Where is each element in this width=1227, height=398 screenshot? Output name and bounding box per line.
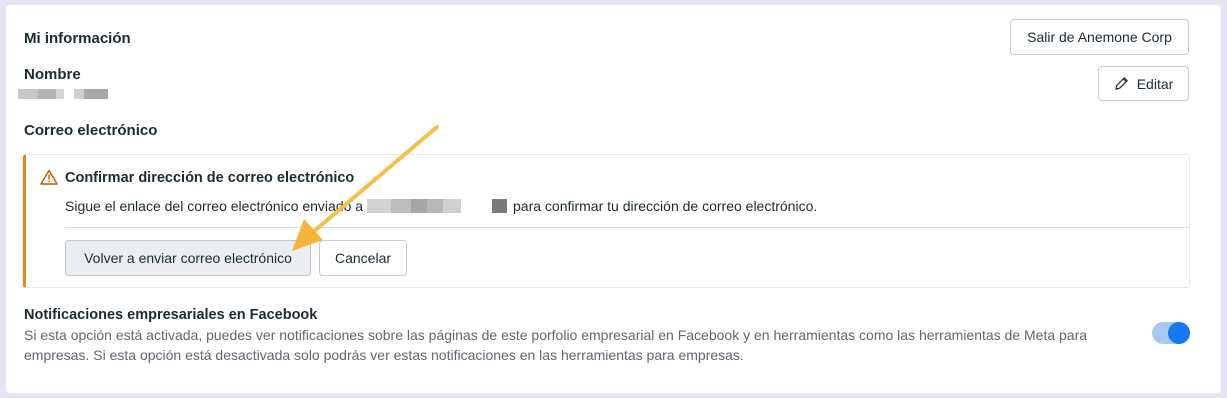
annotation-arrow (292, 125, 439, 251)
